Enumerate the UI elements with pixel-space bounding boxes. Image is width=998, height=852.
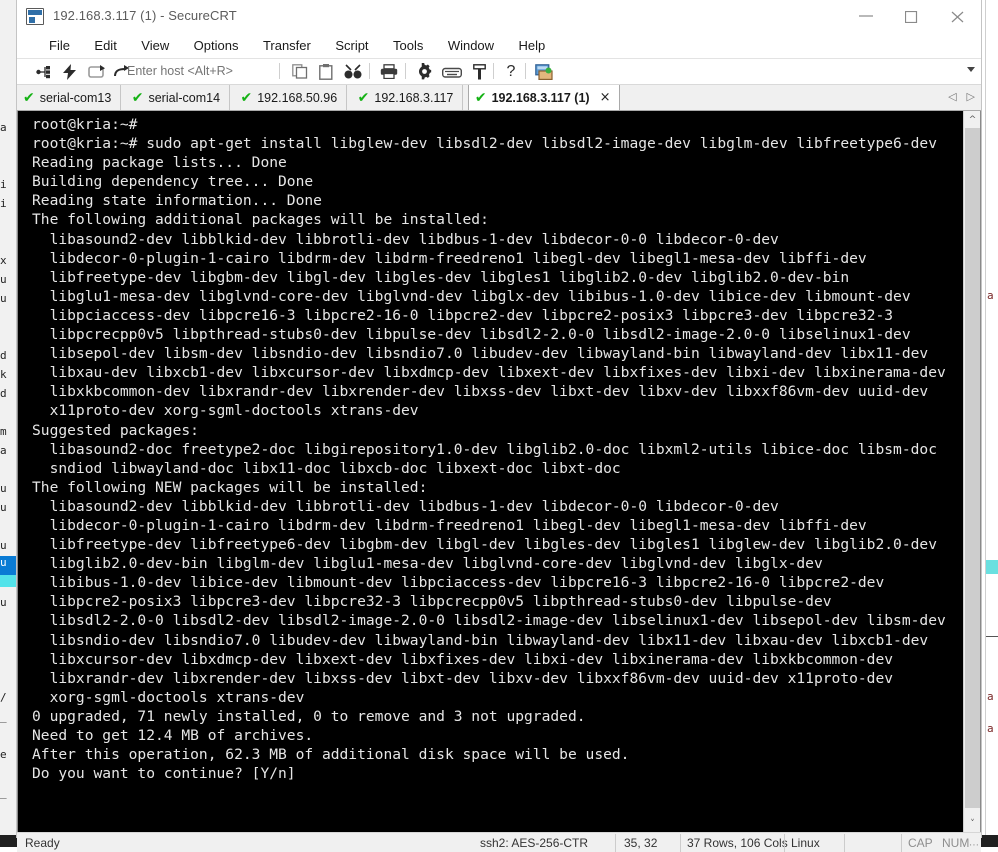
connect-icon[interactable]	[33, 61, 53, 82]
toolbar-separator-3	[405, 63, 406, 79]
background-window-left[interactable]: a i i x u u d k d m a u u u u u / _ e _	[0, 0, 17, 835]
print-icon[interactable]	[377, 61, 401, 82]
tab-label: 192.168.3.117 (1)	[491, 90, 590, 105]
status-ready: Ready	[25, 836, 60, 850]
tab-label: 192.168.50.96	[257, 90, 338, 105]
tab-192-168-50-96[interactable]: ✔ 192.168.50.96	[234, 85, 348, 110]
menu-transfer[interactable]: Transfer	[253, 34, 321, 55]
tab-label: 192.168.3.117	[374, 90, 454, 105]
status-caps: CAP	[908, 836, 933, 850]
session-manager-icon[interactable]	[533, 61, 555, 82]
filter-icon[interactable]	[469, 61, 489, 82]
paste-icon[interactable]	[315, 61, 337, 82]
status-dimensions: 37 Rows, 106 Cols	[687, 836, 788, 850]
toolbar-separator-2	[369, 63, 370, 79]
background-selected-row: u	[0, 556, 16, 575]
toolbar-separator-5	[525, 63, 526, 79]
scrollbar-thumb[interactable]	[965, 128, 980, 808]
gear-icon[interactable]	[413, 61, 435, 82]
menu-options[interactable]: Options	[184, 34, 249, 55]
menu-file[interactable]: File	[39, 34, 80, 55]
status-emulation: Linux	[791, 836, 820, 850]
window-title: 192.168.3.117 (1) - SecureCRT	[53, 8, 237, 23]
connected-check-icon: ✔	[131, 89, 144, 106]
menu-tools[interactable]: Tools	[383, 34, 433, 55]
tab-scroll-right-icon[interactable]: ▷	[967, 90, 975, 103]
help-icon[interactable]: ?	[501, 61, 521, 82]
session-tab-bar: ✔ serial-com13 ✔ serial-com14 ✔ 192.168.…	[17, 85, 981, 111]
tab-scroll-left-icon[interactable]: ◁	[948, 90, 956, 103]
securecrt-icon	[26, 8, 44, 25]
tab-nav-arrows: ◁ ▷	[948, 90, 975, 103]
copy-icon[interactable]	[289, 61, 311, 82]
toolbar-separator-4	[493, 63, 494, 79]
connected-check-icon: ✔	[23, 89, 35, 106]
toolbar-overflow-chevron-icon[interactable]	[967, 67, 975, 72]
menu-script[interactable]: Script	[325, 34, 378, 55]
securecrt-window: 192.168.3.117 (1) - SecureCRT File Edit …	[16, 0, 982, 852]
minimize-button[interactable]	[844, 0, 889, 30]
tab-192-168-3-117-1[interactable]: ✔ 192.168.3.117 (1) ×	[467, 85, 621, 110]
status-num: NUM	[942, 836, 970, 850]
tab-close-icon[interactable]: ×	[600, 90, 611, 105]
status-encryption: ssh2: AES-256-CTR	[480, 836, 589, 850]
toolbar-separator	[279, 63, 280, 79]
menu-view[interactable]: View	[131, 34, 179, 55]
status-cursor-position: 35, 32	[624, 836, 658, 850]
connected-check-icon: ✔	[357, 89, 370, 106]
reconnect-icon[interactable]	[85, 61, 107, 82]
menu-help[interactable]: Help	[509, 34, 556, 55]
close-button[interactable]	[936, 0, 981, 30]
title-bar: 192.168.3.117 (1) - SecureCRT	[17, 0, 981, 34]
find-icon[interactable]	[341, 61, 365, 82]
connected-check-icon: ✔	[474, 89, 487, 106]
terminal-scrollbar[interactable]: ^ ˅	[963, 111, 980, 832]
quick-connect-icon[interactable]	[59, 61, 79, 82]
tab-label: serial-com13	[39, 90, 112, 105]
terminal-output[interactable]: root@kria:~# root@kria:~# sudo apt-get i…	[18, 111, 963, 832]
scrollbar-down-icon[interactable]: ˅	[964, 815, 980, 832]
tab-serial-com13[interactable]: ✔ serial-com13	[17, 85, 122, 110]
menu-window[interactable]: Window	[438, 34, 504, 55]
tab-192-168-3-117[interactable]: ✔ 192.168.3.117	[351, 85, 464, 110]
tab-serial-com14[interactable]: ✔ serial-com14	[125, 85, 231, 110]
scrollbar-up-icon[interactable]: ^	[964, 111, 980, 128]
status-bar: Ready ssh2: AES-256-CTR 35, 32 37 Rows, …	[17, 832, 981, 852]
keyboard-icon[interactable]	[439, 61, 465, 82]
terminal-area: root@kria:~# root@kria:~# sudo apt-get i…	[17, 111, 981, 832]
connected-check-icon: ✔	[240, 89, 253, 106]
toolbar: ?	[17, 59, 981, 85]
menu-bar: File Edit View Options Transfer Script T…	[17, 34, 981, 59]
maximize-button[interactable]	[890, 0, 935, 30]
background-window-right[interactable]: a a a	[985, 0, 998, 835]
host-input[interactable]	[127, 64, 277, 78]
resize-grip[interactable]: ⋯	[969, 840, 979, 851]
menu-edit[interactable]: Edit	[84, 34, 126, 55]
tab-label: serial-com14	[148, 90, 221, 105]
